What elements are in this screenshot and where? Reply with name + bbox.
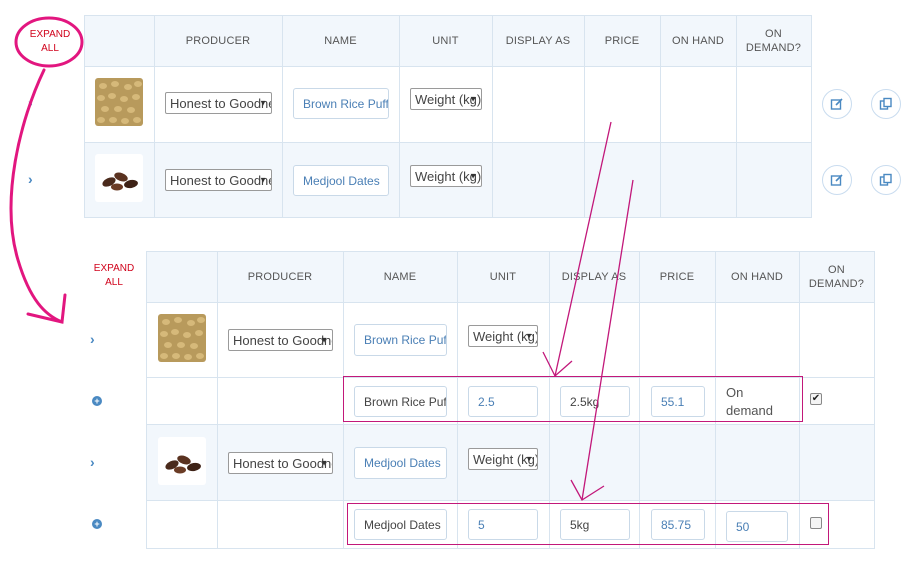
annotation-arrows — [9, 68, 634, 501]
